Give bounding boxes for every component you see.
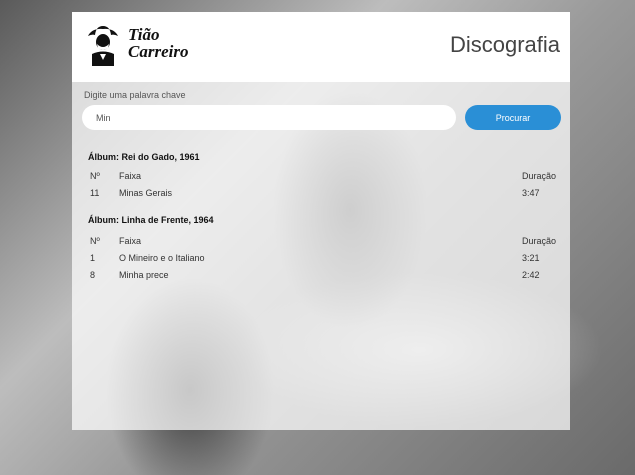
column-header-track: Faixa [119, 236, 142, 246]
search-button[interactable]: Procurar [465, 105, 561, 130]
search-input[interactable] [82, 105, 456, 130]
album-title: Álbum: Linha de Frente, 1964 [88, 215, 214, 225]
brand-line-2: Carreiro [128, 42, 189, 61]
page-title: Discografia [449, 32, 560, 57]
track-row[interactable]: 11 Minas Gerais 3:47 [72, 188, 570, 202]
brand-logo[interactable]: Tião Carreiro [86, 22, 196, 72]
column-header-track: Faixa [119, 171, 142, 181]
track-number: 1 [90, 253, 96, 263]
discography-panel: Tião Carreiro Discografia Digite uma pal… [72, 12, 570, 430]
track-name: O Mineiro e o Italiano [119, 253, 205, 263]
track-row[interactable]: 8 Minha prece 2:42 [72, 270, 570, 284]
album-title: Álbum: Rei do Gado, 1961 [88, 152, 200, 162]
track-row[interactable]: 1 O Mineiro e o Italiano 3:21 [72, 253, 570, 267]
column-header-number: Nº [90, 171, 100, 181]
table-header-row: Nº Faixa Duração [72, 171, 570, 185]
track-name: Minha prece [119, 270, 169, 280]
cowboy-icon [88, 26, 118, 66]
column-header-duration: Duração [522, 171, 557, 181]
search-label: Digite uma palavra chave [84, 90, 186, 100]
brand-name: Tião Carreiro [128, 26, 188, 60]
column-header-number: Nº [90, 236, 100, 246]
track-number: 8 [90, 270, 96, 280]
track-duration: 3:47 [522, 188, 540, 198]
track-name: Minas Gerais [119, 188, 173, 198]
track-number: 11 [90, 188, 100, 198]
column-header-duration: Duração [522, 236, 557, 246]
track-duration: 3:21 [522, 253, 540, 263]
track-duration: 2:42 [522, 270, 540, 280]
header: Tião Carreiro Discografia [72, 12, 570, 82]
table-header-row: Nº Faixa Duração [72, 236, 570, 250]
